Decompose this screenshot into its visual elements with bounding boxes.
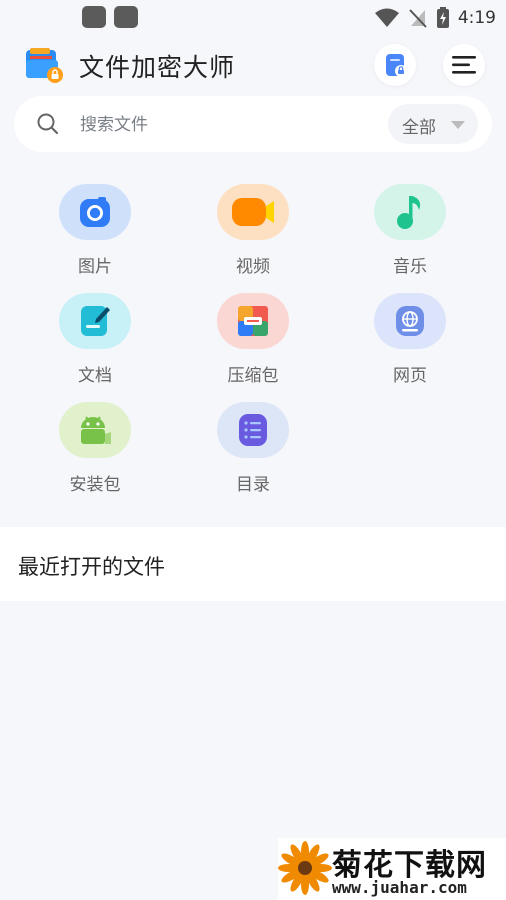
category-icon-bg: [374, 293, 446, 349]
menu-icon: [452, 56, 476, 74]
category-label: 视频: [236, 257, 270, 277]
camera-icon: [80, 197, 110, 227]
search-input[interactable]: [78, 111, 362, 139]
notification-icon: [114, 6, 138, 28]
category-videos[interactable]: 视频: [193, 180, 313, 280]
category-icon-bg: [217, 402, 289, 458]
android-icon: [81, 416, 111, 444]
status-time: 4:19: [457, 8, 496, 28]
encrypted-files-button[interactable]: [374, 44, 416, 86]
document-icon: [81, 306, 110, 336]
category-label: 图片: [78, 257, 112, 277]
category-apk-packages[interactable]: 安装包: [35, 398, 155, 498]
category-icon-bg: [217, 184, 289, 240]
category-label: 网页: [393, 366, 427, 386]
app-title: 文件加密大师: [79, 53, 236, 82]
category-images[interactable]: 图片: [35, 180, 155, 280]
wifi-icon: [374, 8, 399, 27]
category-label: 文档: [78, 366, 112, 386]
category-archives[interactable]: 压缩包: [193, 289, 313, 389]
no-signal-icon: [409, 9, 427, 28]
category-icon-bg: [59, 184, 131, 240]
recent-files-title: 最近打开的文件: [18, 555, 165, 579]
category-documents[interactable]: 文档: [35, 289, 155, 389]
status-bar: 4:19: [0, 0, 506, 36]
battery-charging-icon: [436, 7, 449, 28]
music-icon: [397, 196, 421, 229]
category-label: 目录: [236, 475, 270, 495]
category-directory[interactable]: 目录: [193, 398, 313, 498]
video-icon: [232, 198, 274, 226]
menu-button[interactable]: [443, 44, 485, 86]
chevron-down-icon: [451, 121, 465, 129]
app-header: 文件加密大师: [0, 40, 506, 90]
category-icon-bg: [217, 293, 289, 349]
category-label: 安装包: [69, 475, 121, 495]
list-icon: [239, 414, 267, 446]
category-icon-bg: [59, 293, 131, 349]
watermark: 菊花下载网 www.juahar.com: [278, 838, 506, 900]
flower-logo-icon: [278, 841, 332, 895]
category-grid: 图片 视频 音乐 文档 压缩包 网页 安装包 目录: [0, 180, 506, 510]
app-logo-icon: [26, 48, 63, 83]
file-type-filter[interactable]: 全部: [388, 104, 478, 144]
web-icon: [396, 306, 424, 336]
category-music[interactable]: 音乐: [350, 180, 470, 280]
search-icon: [37, 113, 59, 135]
notification-icon: [82, 6, 106, 28]
category-web-pages[interactable]: 网页: [350, 289, 470, 389]
search-bar: 全部: [14, 96, 492, 152]
recent-files-section: 最近打开的文件: [0, 527, 506, 601]
filter-label: 全部: [402, 118, 436, 138]
category-label: 音乐: [393, 257, 427, 277]
archive-icon: [238, 306, 268, 336]
category-icon-bg: [374, 184, 446, 240]
category-label: 压缩包: [227, 366, 279, 386]
lock-file-icon: [386, 54, 407, 77]
watermark-url: www.juahar.com: [332, 878, 467, 897]
category-icon-bg: [59, 402, 131, 458]
